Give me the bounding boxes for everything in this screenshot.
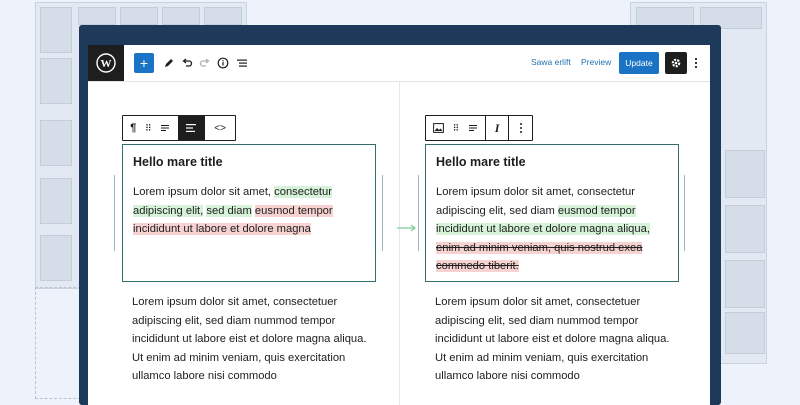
undo-button[interactable] bbox=[177, 53, 197, 73]
pencil-icon bbox=[165, 59, 173, 67]
block-toolbar-right: ⠿ I bbox=[425, 115, 533, 141]
info-icon bbox=[217, 57, 229, 69]
add-block-button[interactable]: + bbox=[134, 53, 154, 73]
unchanged-text: Lorem ipsum dolor sit amet, bbox=[133, 186, 275, 198]
drag-handle-icon[interactable]: ⠿ bbox=[453, 123, 460, 134]
italic-button[interactable]: I bbox=[486, 116, 510, 140]
list-view-icon bbox=[237, 59, 247, 67]
background-cell bbox=[40, 235, 72, 281]
undo-icon bbox=[182, 58, 193, 67]
block-heading: Hello mare title bbox=[436, 155, 526, 169]
update-button[interactable]: Update bbox=[619, 52, 659, 74]
right-body-paragraph: Lorem ipsum dolor sit amet, consectetuer… bbox=[435, 296, 670, 383]
block-type-group-right: ⠿ bbox=[426, 116, 486, 140]
background-cell bbox=[725, 312, 765, 354]
image-icon[interactable] bbox=[433, 123, 445, 133]
paragraph-icon[interactable]: ¶ bbox=[130, 122, 136, 134]
block-paragraph: Lorem ipsum dolor sit amet, consectetur … bbox=[436, 183, 668, 276]
gear-icon bbox=[671, 58, 681, 68]
align-left-icon bbox=[186, 124, 197, 132]
block-edge-marker bbox=[382, 175, 383, 251]
revision-divider bbox=[399, 81, 400, 405]
move-icon[interactable] bbox=[160, 123, 170, 133]
drag-handle-icon[interactable]: ⠿ bbox=[145, 123, 152, 134]
redo-button[interactable] bbox=[195, 53, 215, 73]
more-options-button[interactable] bbox=[689, 53, 703, 73]
svg-text:W: W bbox=[101, 58, 112, 70]
plus-icon: + bbox=[139, 55, 149, 71]
background-cell bbox=[120, 7, 158, 25]
settings-button[interactable] bbox=[665, 52, 687, 74]
details-button[interactable] bbox=[213, 53, 233, 73]
redo-icon bbox=[199, 58, 210, 67]
compare-arrow-icon bbox=[397, 224, 416, 232]
block-heading: Hello mare title bbox=[133, 155, 223, 169]
background-cell bbox=[40, 178, 72, 224]
editor-top-toolbar: W + Sawa erlift Preview Update bbox=[88, 45, 710, 82]
background-cell bbox=[204, 7, 242, 25]
move-icon[interactable] bbox=[468, 123, 478, 133]
right-revision-block[interactable]: Hello mare title Lorem ipsum dolor sit a… bbox=[425, 144, 679, 282]
background-cell bbox=[40, 120, 72, 166]
background-cell bbox=[40, 58, 72, 104]
code-button[interactable]: <> bbox=[205, 116, 235, 140]
editor-screen: W + Sawa erlift Preview Update ¶ ⠿ <> ⠿ … bbox=[88, 45, 710, 405]
block-paragraph: Lorem ipsum dolor sit amet, consectetur … bbox=[133, 183, 365, 239]
block-edge-marker bbox=[114, 175, 115, 251]
switch-link[interactable]: Sawa erlift bbox=[531, 57, 571, 67]
added-text: sed diam bbox=[206, 204, 252, 217]
wordpress-logo-icon[interactable]: W bbox=[88, 45, 124, 81]
vertical-ellipsis-icon bbox=[694, 57, 698, 69]
removed-text: enim ad minim veniam, quis nostrud exea … bbox=[436, 241, 643, 273]
left-body-paragraph: Lorem ipsum dolor sit amet, consectetuer… bbox=[132, 296, 367, 383]
block-type-group: ¶ ⠿ bbox=[123, 116, 179, 140]
background-wireframe-dashed bbox=[35, 287, 81, 399]
code-icon: <> bbox=[214, 122, 226, 134]
background-cell bbox=[725, 260, 765, 308]
edit-tool-button[interactable] bbox=[159, 53, 179, 73]
block-options-button[interactable] bbox=[509, 116, 532, 140]
block-edge-marker bbox=[684, 175, 685, 251]
block-toolbar-left: ¶ ⠿ <> bbox=[122, 115, 236, 141]
block-edge-marker bbox=[418, 175, 419, 251]
preview-link[interactable]: Preview bbox=[581, 57, 611, 67]
list-view-button[interactable] bbox=[232, 53, 252, 73]
background-cell bbox=[725, 150, 765, 198]
background-cell bbox=[40, 7, 72, 53]
left-revision-block[interactable]: Hello mare title Lorem ipsum dolor sit a… bbox=[122, 144, 376, 282]
background-cell bbox=[725, 205, 765, 253]
align-button[interactable] bbox=[178, 116, 206, 140]
vertical-ellipsis-icon bbox=[519, 123, 522, 133]
background-cell bbox=[162, 7, 200, 25]
italic-icon: I bbox=[494, 120, 500, 135]
background-cell bbox=[78, 7, 116, 25]
